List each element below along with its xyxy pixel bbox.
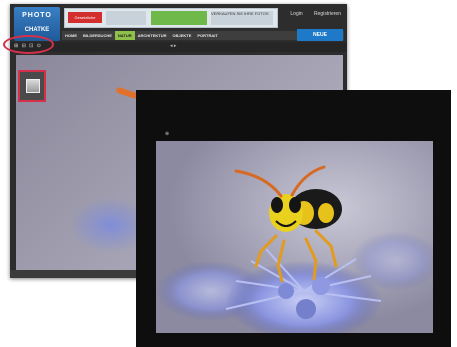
new-button[interactable]: NEUE — [297, 29, 343, 41]
tab-objekte[interactable]: OBJEKTE — [169, 31, 194, 40]
ad-banner[interactable]: Gesetzliche VERKAUFEN SIE IHRE FOTOS — [64, 8, 278, 28]
tab-bildersuche[interactable]: BILDERSUCHE — [80, 31, 115, 40]
tab-natur[interactable]: NATUR — [114, 31, 135, 40]
login-link[interactable]: Login — [290, 11, 302, 17]
fullscreen-icon — [26, 79, 40, 93]
tab-architektur[interactable]: ARCHITEKTUR — [135, 31, 170, 40]
banner-badge: Gesetzliche — [68, 12, 102, 23]
tab-portrait[interactable]: PORTRAIT — [194, 31, 220, 40]
logo-line2: CHATKE — [24, 27, 50, 33]
fullscreen-viewer: ⊗ — [136, 90, 451, 347]
wasp-on-flower-illustration — [156, 141, 433, 333]
register-link[interactable]: Registrieren — [314, 11, 341, 17]
top-links: Login Registrieren — [280, 11, 341, 17]
banner-block-2 — [151, 11, 207, 25]
close-icon[interactable]: ⊗ — [165, 131, 169, 137]
viewer-toolbar: ⊞ ⊟ ⊡ ⊙ ◂ ▸ — [10, 42, 347, 52]
logo-line1: PHOTO — [22, 12, 52, 19]
tab-home[interactable]: HOME — [62, 31, 80, 40]
banner-slogan: VERKAUFEN SIE IHRE FOTOS — [211, 11, 269, 16]
banner-block-1 — [106, 11, 146, 25]
toolbar-highlight-oval — [3, 35, 54, 54]
pager-arrows-icon[interactable]: ◂ ▸ — [170, 43, 176, 49]
fullscreen-photo — [156, 141, 433, 333]
fullscreen-toggle-highlight[interactable] — [18, 70, 46, 102]
wasp-antenna-hint — [115, 86, 139, 100]
